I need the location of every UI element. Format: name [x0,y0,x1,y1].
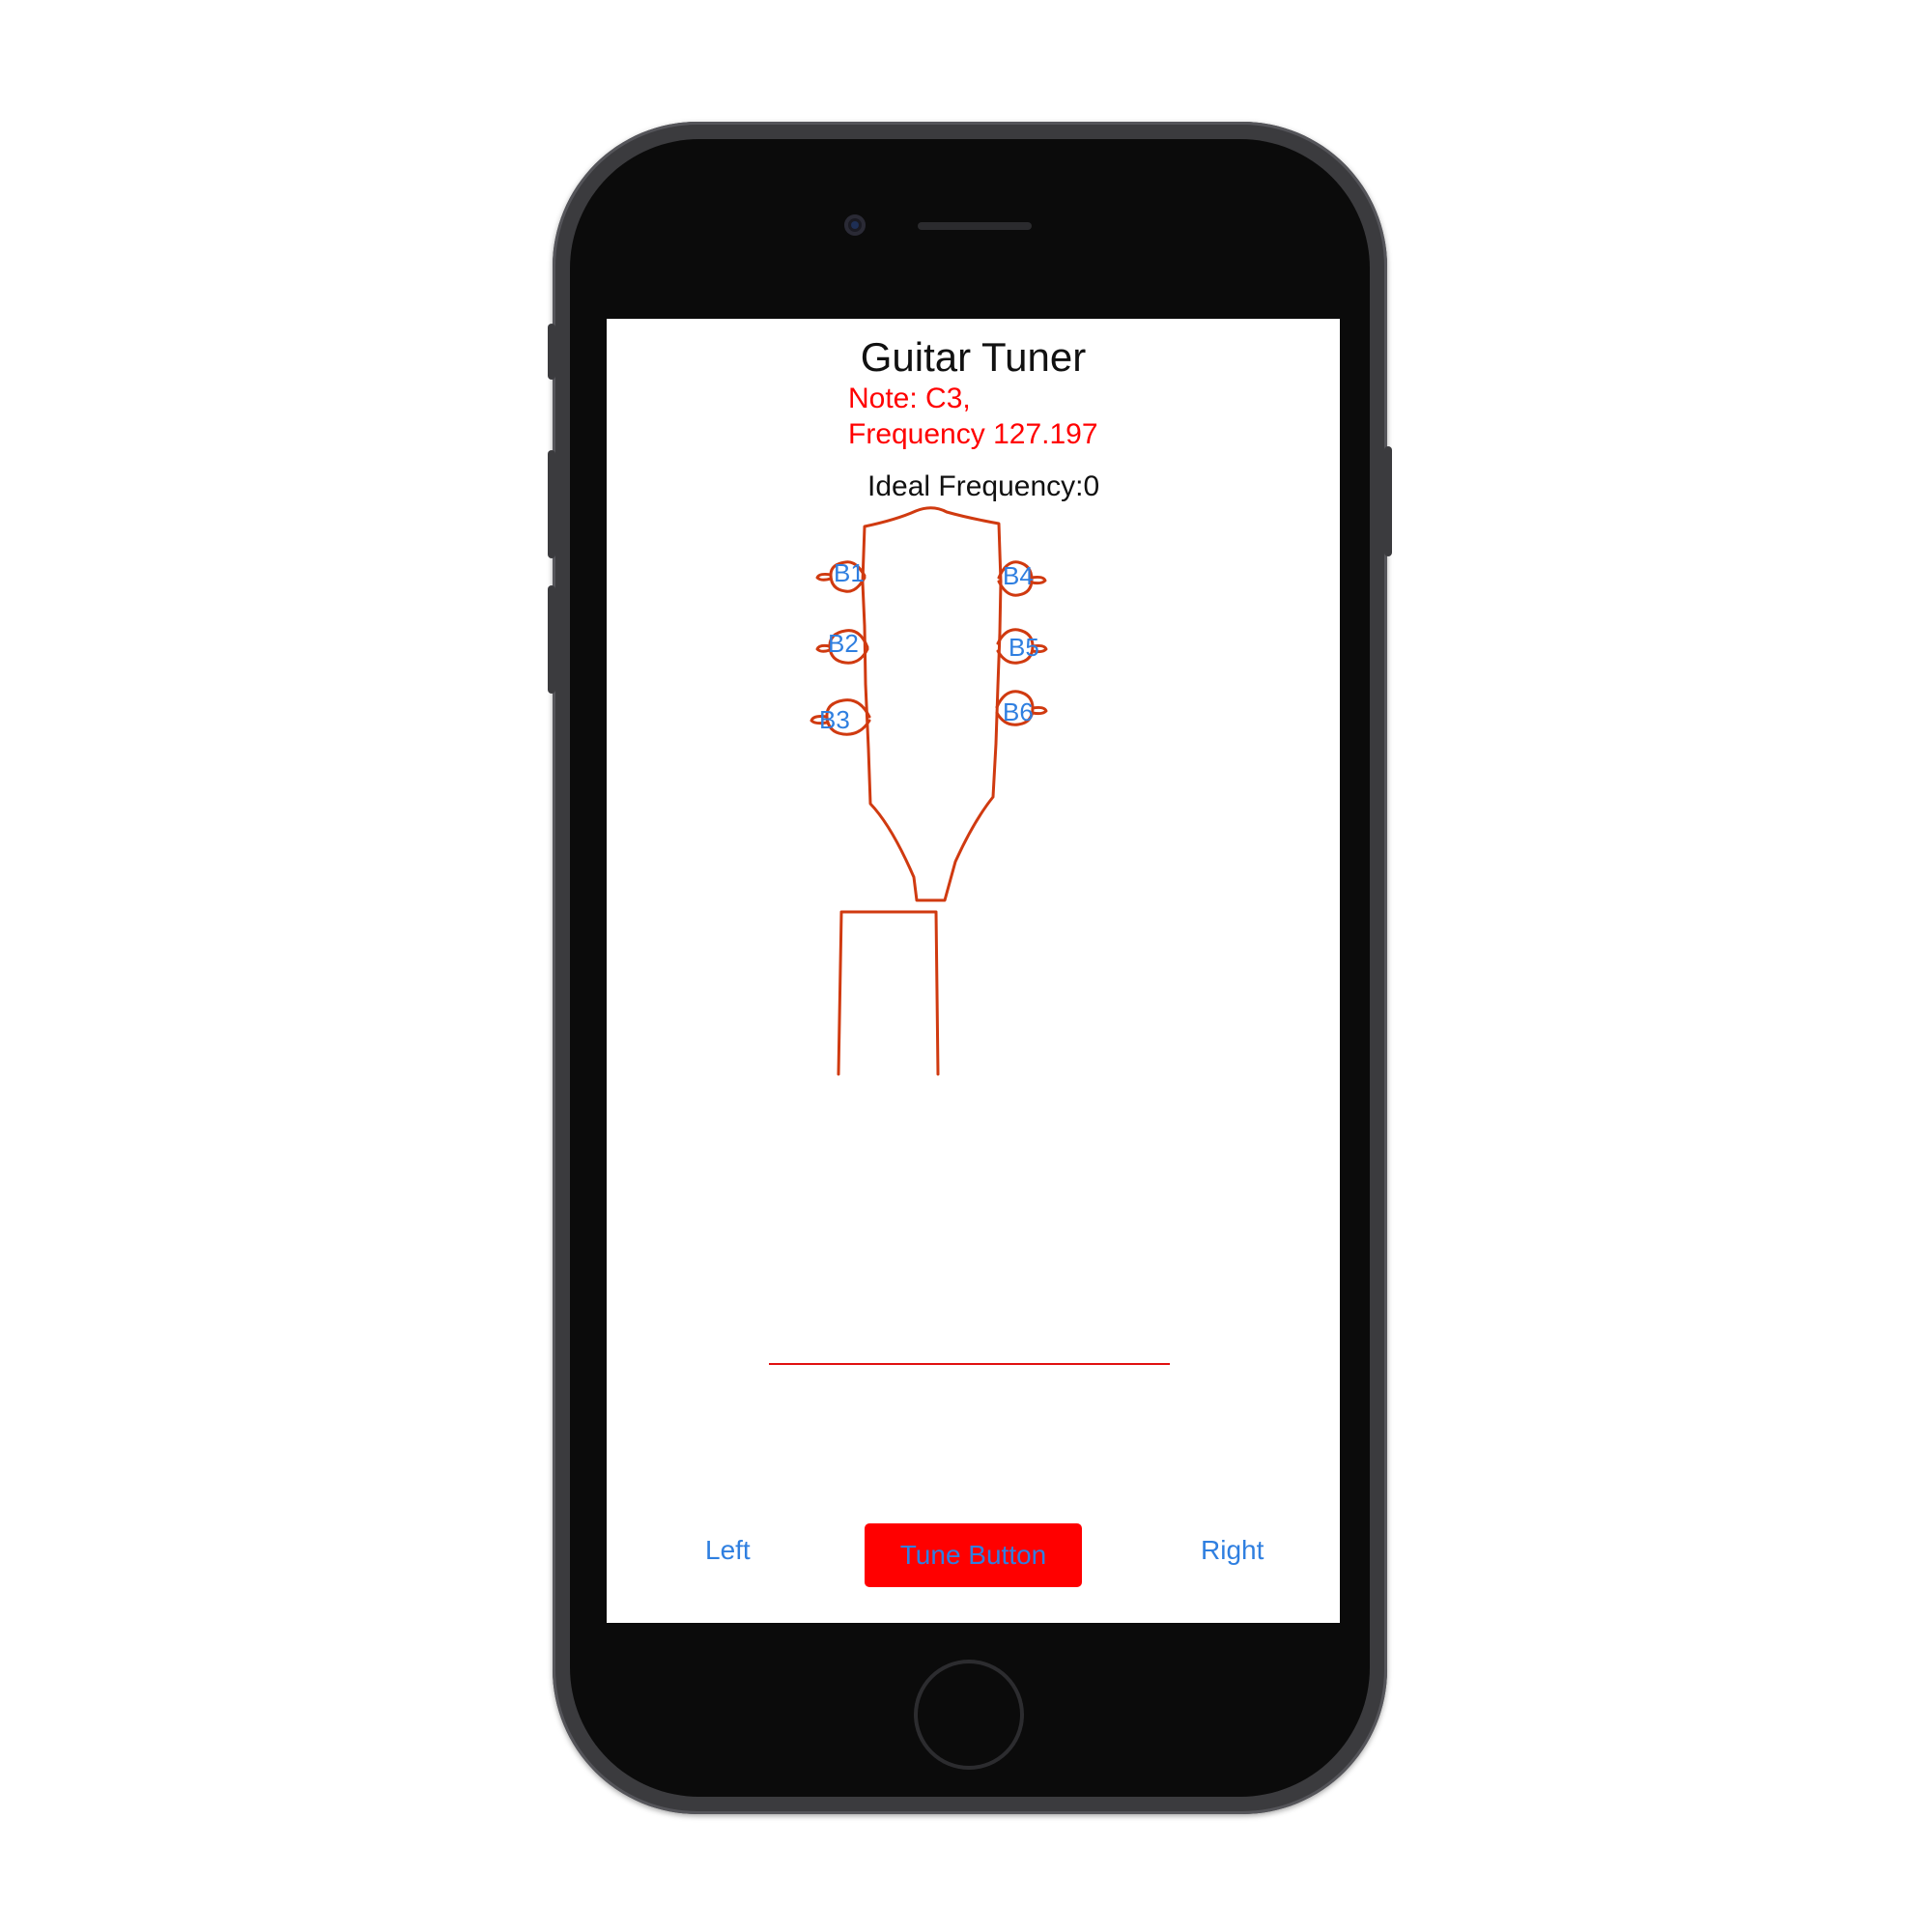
peg-b2-label[interactable]: B2 [828,629,859,658]
tuning-indicator-line [769,1363,1170,1365]
home-button[interactable] [914,1660,1024,1770]
earpiece-speaker [918,222,1032,230]
peg-b6-label[interactable]: B6 [1003,697,1034,726]
peg-b3-label[interactable]: B3 [819,705,850,734]
right-button[interactable]: Right [1201,1535,1264,1566]
neck-outline [837,910,940,1076]
mute-switch [548,324,555,380]
power-button [1384,446,1392,556]
tune-button[interactable]: Tune Button [865,1523,1082,1587]
peg-b1-label[interactable]: B1 [834,558,865,587]
headstock-outline [861,506,1003,902]
volume-up-button [548,450,555,558]
front-camera [844,214,866,236]
peg-b4-label[interactable]: B4 [1003,561,1034,590]
left-button[interactable]: Left [705,1535,751,1566]
peg-b5-label[interactable]: B5 [1009,633,1039,662]
app-screen: Guitar Tuner Note: C3, Frequency 127.197… [607,319,1340,1623]
volume-down-button [548,585,555,694]
guitar-headstock-illustration: B1 B2 B3 B4 B5 B6 [810,506,1048,1076]
